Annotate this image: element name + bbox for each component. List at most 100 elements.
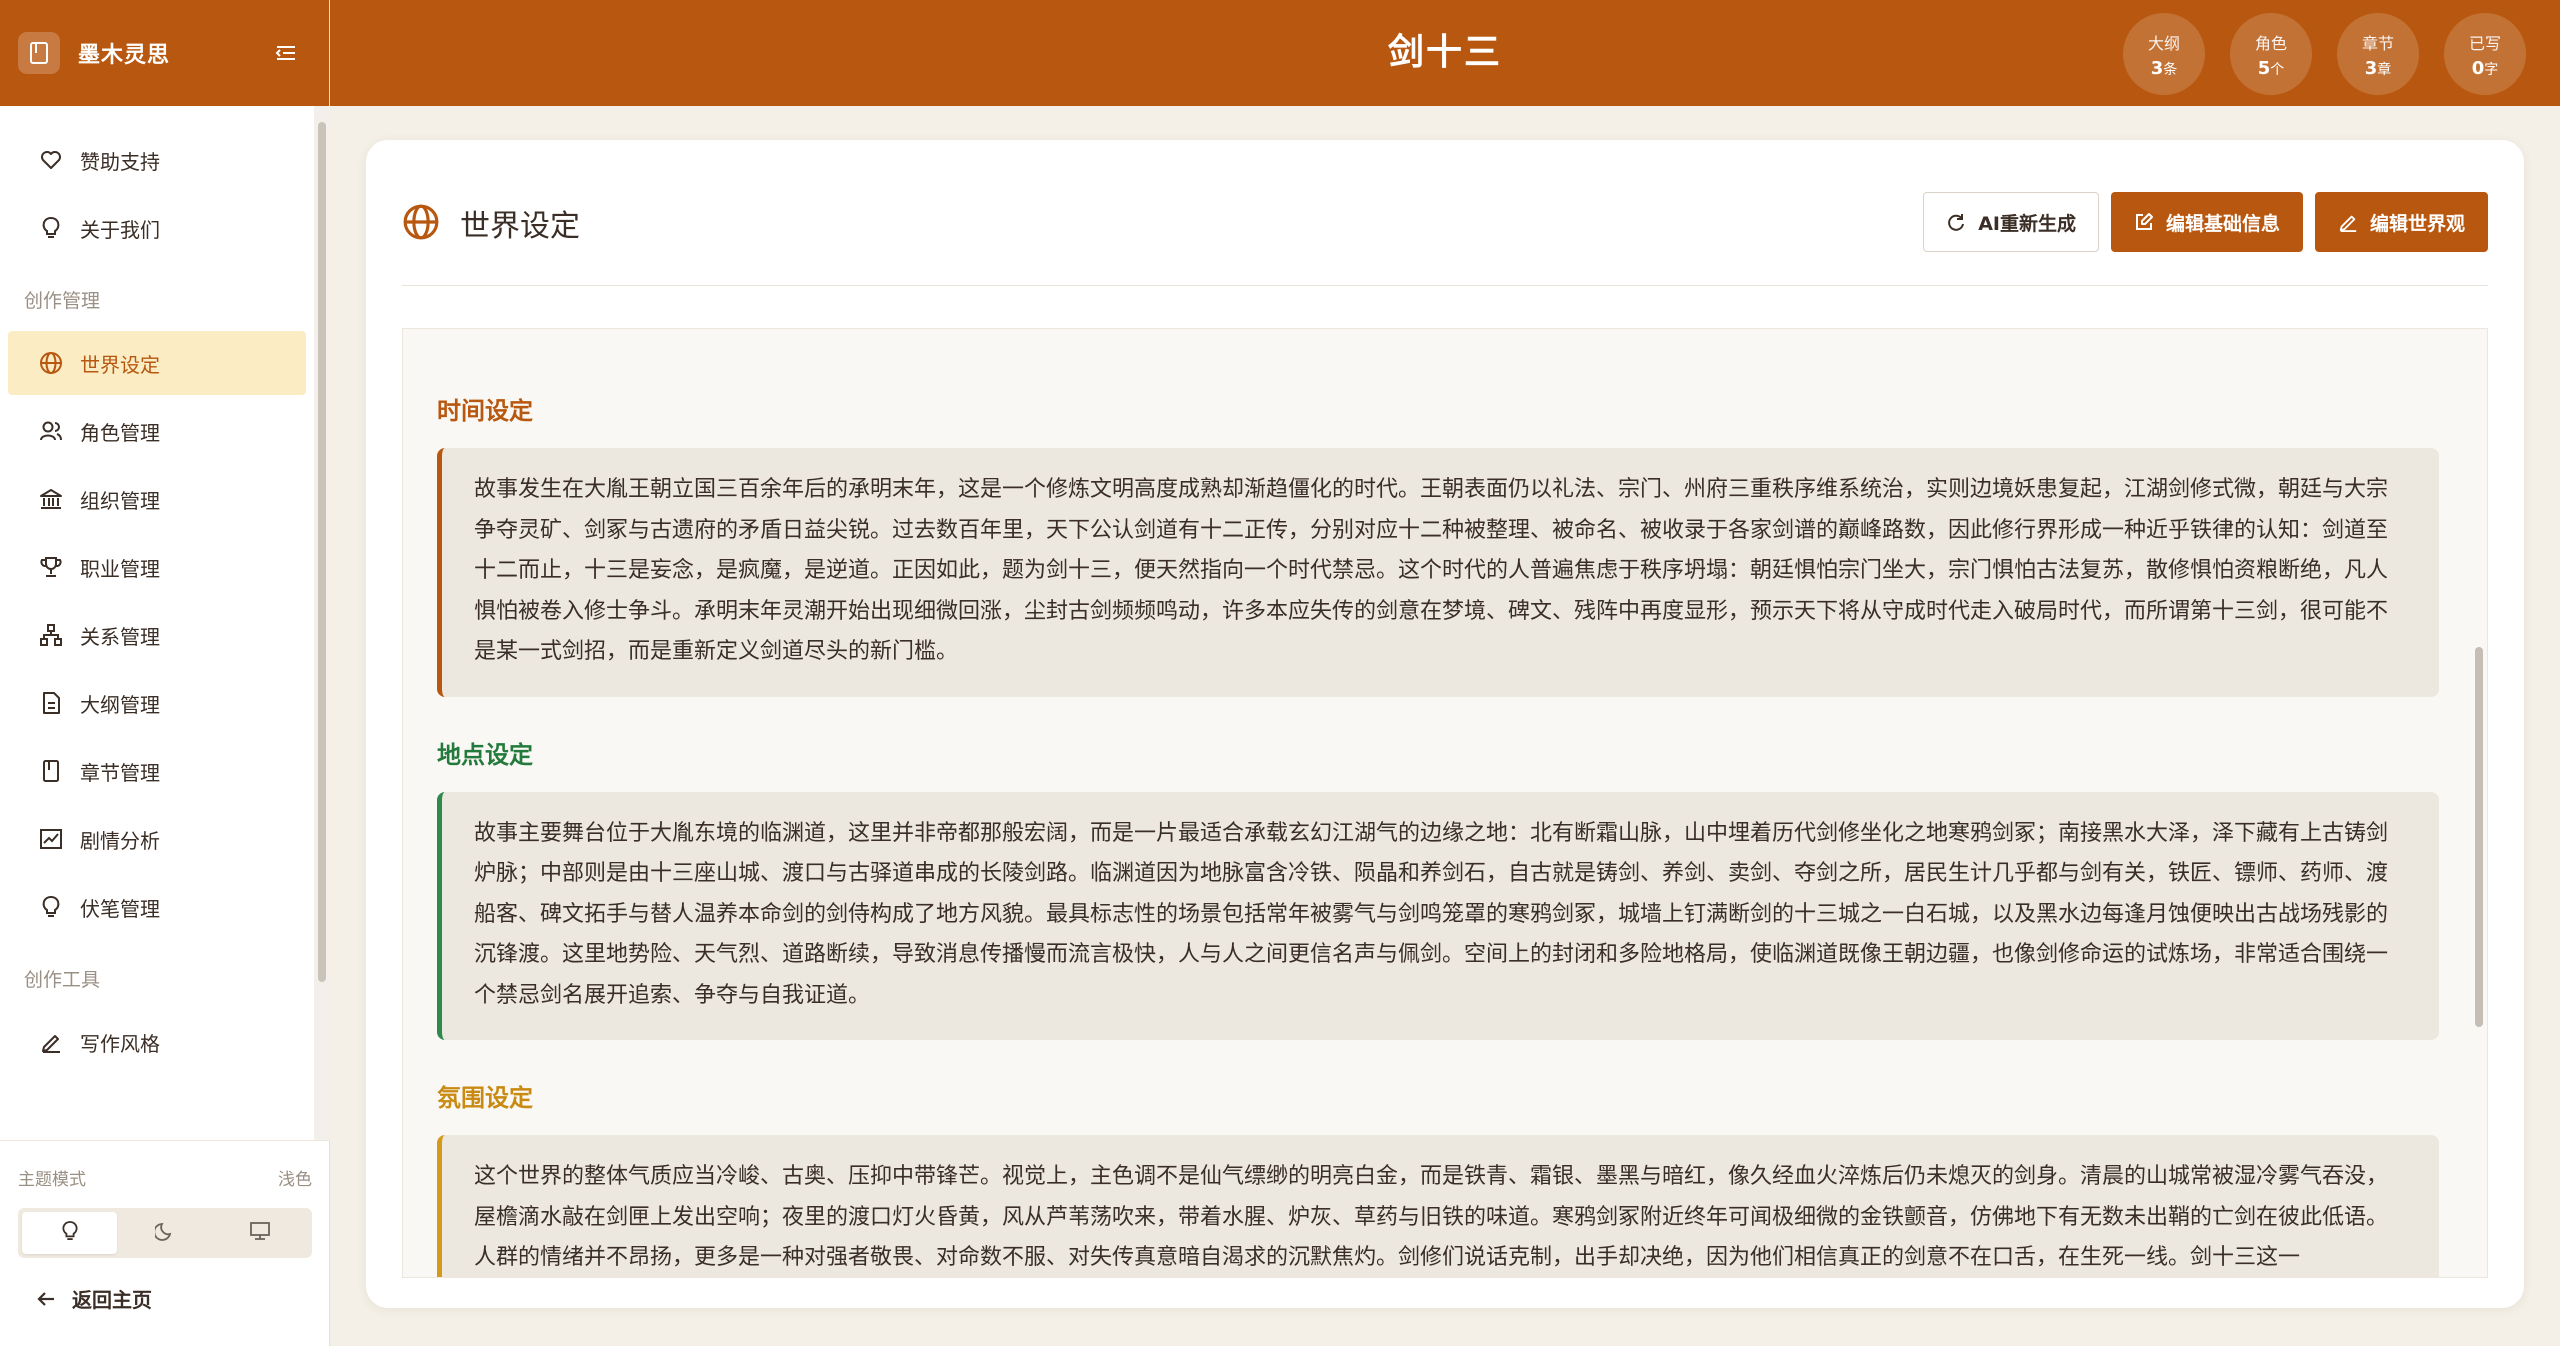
sidebar-nav: 赞助支持 关于我们 创作管理 世界设定 角色管理 组织管理 职业管理 关系管理 (0, 106, 314, 1140)
theme-light-button[interactable] (22, 1212, 118, 1254)
nav-group-manage: 创作管理 (24, 290, 101, 312)
sidebar-scrollbar[interactable] (314, 106, 330, 1140)
sidebar-item-about[interactable]: 关于我们 (8, 196, 306, 260)
sidebar-item-relations[interactable]: 关系管理 (8, 603, 306, 667)
sidebar-item-world[interactable]: 世界设定 (8, 331, 306, 395)
sidebar-item-label: 关于我们 (80, 217, 160, 242)
sidebar-item-label: 关系管理 (80, 624, 160, 649)
chart-icon (38, 826, 64, 852)
theme-dark-button[interactable] (117, 1212, 212, 1254)
edit-worldview-button[interactable]: 编辑世界观 (2314, 192, 2488, 252)
ai-regenerate-button[interactable]: AI重新生成 (1923, 192, 2099, 252)
sidebar-item-label: 组织管理 (80, 488, 160, 513)
theme-switch (18, 1208, 312, 1258)
collapse-menu-icon[interactable] (271, 38, 301, 68)
time-section-title: 时间设定 (437, 397, 533, 425)
stat-value: 3章 (2364, 57, 2392, 79)
card-header: 世界设定 AI重新生成 编辑基础信息 编辑世界观 (402, 192, 2488, 286)
stat-value: 0字 (2471, 57, 2499, 79)
stat-outline: 大纲 3条 (2123, 13, 2205, 95)
back-home-label: 返回主页 (72, 1288, 152, 1312)
lightbulb-icon (38, 215, 64, 241)
sidebar-item-label: 大纲管理 (80, 692, 160, 717)
place-section-title: 地点设定 (437, 740, 533, 769)
lightbulb-icon (38, 894, 64, 920)
trophy-icon (38, 554, 64, 580)
time-section: 时间设定 故事发生在大胤王朝立国三百余年后的承明末年，这是一个修炼文明高度成熟却… (437, 391, 2439, 697)
content-scrollbar[interactable] (2471, 329, 2487, 1277)
sidebar-item-label: 角色管理 (80, 420, 160, 445)
pen-icon (2338, 212, 2358, 232)
sidebar-item-organizations[interactable]: 组织管理 (8, 467, 306, 531)
page-title: 世界设定 (402, 198, 580, 248)
heart-icon (38, 147, 64, 173)
sidebar-item-plot-analysis[interactable]: 剧情分析 (8, 807, 306, 871)
network-icon (38, 622, 64, 648)
moon-icon (153, 1221, 175, 1245)
sidebar-item-label: 章节管理 (80, 760, 160, 785)
sidebar-item-label: 写作风格 (80, 1031, 160, 1056)
atmosphere-section-text: 这个世界的整体气质应当冷峻、古奥、压抑中带锋芒。视觉上，主色调不是仙气缥缈的明亮… (437, 1135, 2439, 1277)
sidebar-item-label: 剧情分析 (80, 828, 160, 853)
lightbulb-icon (61, 1220, 79, 1246)
refresh-icon (1946, 212, 1966, 232)
stat-label: 角色 (2254, 33, 2287, 53)
page-title-text: 世界设定 (460, 209, 580, 244)
sidebar-item-outline[interactable]: 大纲管理 (8, 671, 306, 735)
time-section-text: 故事发生在大胤王朝立国三百余年后的承明末年，这是一个修炼文明高度成熟却渐趋僵化的… (437, 448, 2439, 697)
theme-area: 主题模式 浅色 返回主页 (0, 1140, 330, 1346)
sidebar-scrollbar-thumb[interactable] (318, 122, 326, 982)
brand-header: 墨木灵思 (0, 0, 329, 106)
users-icon (38, 418, 64, 444)
edit-icon (2134, 212, 2154, 232)
stat-words: 已写 0字 (2444, 13, 2526, 95)
place-section: 地点设定 故事主要舞台位于大胤东境的临渊道，这里并非帝都那般宏阔，而是一片最适合… (437, 735, 2439, 1040)
world-settings-card: 世界设定 AI重新生成 编辑基础信息 编辑世界观 时间设定 故事发生在大胤王朝立… (366, 140, 2524, 1308)
sidebar-item-label: 世界设定 (80, 352, 160, 377)
place-section-text: 故事主要舞台位于大胤东境的临渊道，这里并非帝都那般宏阔，而是一片最适合承载玄幻江… (437, 791, 2439, 1040)
atmosphere-section-title: 氛围设定 (437, 1084, 533, 1112)
document-icon (38, 690, 64, 716)
stat-characters: 角色 5个 (2230, 13, 2312, 95)
ai-regenerate-label: AI重新生成 (1978, 212, 2076, 235)
sidebar-item-chapters[interactable]: 章节管理 (8, 739, 306, 803)
arrow-left-icon (36, 1290, 56, 1308)
stat-label: 已写 (2468, 33, 2501, 53)
edit-basic-info-label: 编辑基础信息 (2165, 212, 2280, 235)
sidebar-item-label: 伏笔管理 (80, 896, 160, 921)
sidebar: 墨木灵思 赞助支持 关于我们 创作管理 世界设定 角色管理 组织管理 职业管理 … (0, 0, 330, 1346)
edit-worldview-label: 编辑世界观 (2369, 212, 2465, 235)
sidebar-item-professions[interactable]: 职业管理 (8, 535, 306, 599)
pen-icon (38, 1029, 64, 1055)
sidebar-item-label: 职业管理 (80, 556, 160, 581)
sidebar-item-label: 赞助支持 (80, 149, 160, 174)
stat-label: 章节 (2361, 33, 2394, 53)
sidebar-item-foreshadow[interactable]: 伏笔管理 (8, 875, 306, 939)
back-home-button[interactable]: 返回主页 (0, 1258, 330, 1313)
stat-value: 5个 (2257, 57, 2285, 79)
card-actions: AI重新生成 编辑基础信息 编辑世界观 (1911, 192, 2488, 252)
edit-basic-info-button[interactable]: 编辑基础信息 (2110, 192, 2303, 252)
stat-value: 3条 (2150, 57, 2178, 79)
content-scrollbar-thumb[interactable] (2475, 647, 2483, 1027)
app-name: 墨木灵思 (78, 43, 171, 68)
book-logo-icon (18, 32, 60, 74)
theme-system-button[interactable] (213, 1212, 308, 1254)
stat-label: 大纲 (2147, 33, 2180, 53)
atmosphere-section: 氛围设定 这个世界的整体气质应当冷峻、古奥、压抑中带锋芒。视觉上，主色调不是仙气… (437, 1078, 2439, 1277)
sidebar-item-characters[interactable]: 角色管理 (8, 399, 306, 463)
globe-icon (402, 203, 442, 243)
book-icon (38, 758, 64, 784)
sidebar-item-sponsor[interactable]: 赞助支持 (8, 128, 306, 192)
sidebar-item-writing-style[interactable]: 写作风格 (8, 1010, 306, 1074)
topbar: 剑十三 大纲 3条 角色 5个 章节 3章 已写 0字 (330, 0, 2560, 106)
building-icon (38, 486, 64, 512)
stats-group: 大纲 3条 角色 5个 章节 3章 已写 0字 (2098, 13, 2526, 95)
world-content-scroll[interactable]: 时间设定 故事发生在大胤王朝立国三百余年后的承明末年，这是一个修炼文明高度成熟却… (402, 328, 2488, 1278)
theme-current-label: 浅色 (278, 1170, 312, 1190)
theme-mode-label: 主题模式 (18, 1170, 86, 1190)
stat-chapters: 章节 3章 (2337, 13, 2419, 95)
nav-group-tools: 创作工具 (24, 969, 101, 991)
globe-icon (38, 350, 64, 376)
monitor-icon (249, 1221, 271, 1245)
